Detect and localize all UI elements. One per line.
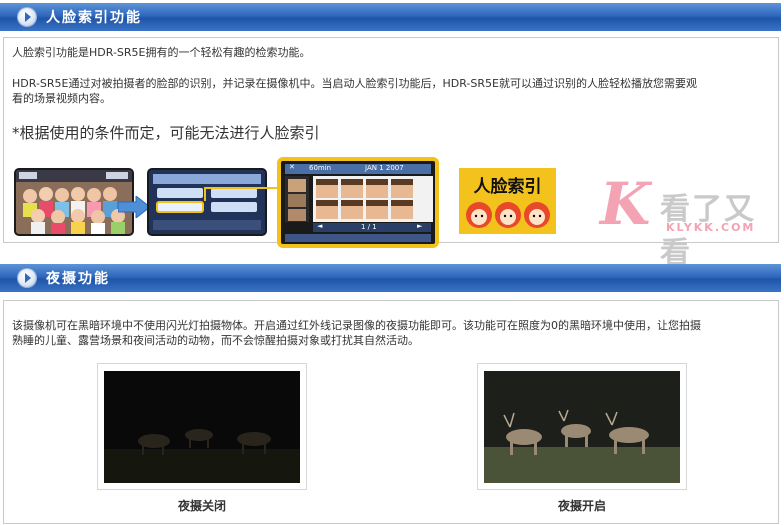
watermark-k-logo: K xyxy=(600,170,651,238)
face-index-logo: 人脸索引 xyxy=(459,168,556,234)
face-index-desc-line2: 看的场景视频内容。 xyxy=(12,92,111,105)
screen-page-indicator: 1 / 1 xyxy=(361,223,377,231)
menu-screen-image xyxy=(149,170,265,234)
face-index-screen: ✕ 60min JAN 1 2007 ◄ 1 / 1 ► xyxy=(277,157,439,248)
section-header-face-index: 人脸索引功能 xyxy=(0,3,781,31)
night-shot-on-photo xyxy=(484,371,680,483)
night-shot-desc-line2: 熟睡的儿童、露营场景和夜间活动的动物，而不会惊醒拍摄对象或打扰其自然活动。 xyxy=(12,334,419,347)
screen-date: JAN 1 2007 xyxy=(365,164,404,172)
section-header-night-shot: 夜摄功能 xyxy=(0,264,781,292)
close-icon[interactable]: ✕ xyxy=(289,163,295,171)
section-title: 人脸索引功能 xyxy=(46,10,142,26)
caption-night-shot-on: 夜摄开启 xyxy=(557,499,606,513)
play-bullet-icon xyxy=(18,269,36,287)
kids-photo-image xyxy=(16,170,132,234)
prev-page-icon[interactable]: ◄ xyxy=(317,222,322,230)
night-shot-desc-line1: 该摄像机可在黑暗环境中不使用闪光灯拍摄物体。开启通过红外线记录图像的夜摄功能即可… xyxy=(12,319,701,332)
face-index-intro: 人脸索引功能是HDR-SR5E拥有的一个轻松有趣的检索功能。 xyxy=(12,46,311,59)
play-bullet-icon xyxy=(18,8,36,26)
screen-topbar: ✕ 60min JAN 1 2007 xyxy=(285,163,431,174)
face-thumbnail-grid xyxy=(285,176,433,222)
screen-bottombar xyxy=(285,234,431,242)
face-index-desc-line1: HDR-SR5E通过对被拍摄者的脸部的识别，并记录在摄像机中。当启动人脸索引功能… xyxy=(12,77,697,90)
highlight-connector-v xyxy=(204,187,206,201)
caption-night-shot-off: 夜摄关闭 xyxy=(177,499,226,513)
screen-pager: ◄ 1 / 1 ► xyxy=(313,222,431,232)
section-title: 夜摄功能 xyxy=(46,271,110,287)
menu-screen xyxy=(147,168,267,236)
highlight-connector xyxy=(204,187,278,189)
face-icons xyxy=(466,202,550,228)
next-page-icon[interactable]: ► xyxy=(417,222,422,230)
night-shot-on-frame xyxy=(477,363,687,490)
night-shot-off-frame xyxy=(97,363,307,490)
face-index-logo-text: 人脸索引 xyxy=(473,177,542,197)
kids-photo-screen xyxy=(14,168,134,236)
watermark-url: KLYKK.COM xyxy=(666,221,756,234)
night-shot-off-photo xyxy=(104,371,300,483)
face-index-note: *根据使用的条件而定，可能无法进行人脸索引 xyxy=(12,124,320,142)
screen-time-remaining: 60min xyxy=(309,164,332,172)
